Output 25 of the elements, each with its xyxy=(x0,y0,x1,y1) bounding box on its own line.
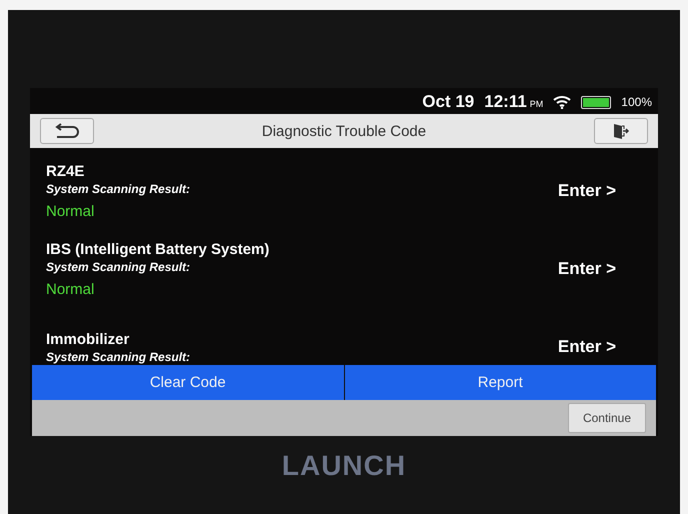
enter-link[interactable]: Enter > xyxy=(552,258,622,280)
system-name: RZ4E xyxy=(46,162,86,180)
back-button[interactable] xyxy=(40,118,94,144)
action-button[interactable]: Clear Code xyxy=(32,365,344,400)
status-time: 12:11 PM xyxy=(484,92,544,112)
scan-result: Normal xyxy=(46,280,96,298)
enter-link[interactable]: Enter > xyxy=(552,180,622,202)
system-name: Immobilizer xyxy=(46,330,130,348)
exit-door-icon xyxy=(612,122,630,140)
action-button[interactable]: Report xyxy=(344,365,656,400)
exit-button[interactable] xyxy=(594,118,648,144)
scan-result: Normal xyxy=(46,202,96,220)
scan-result-label: System Scanning Result: xyxy=(46,182,192,196)
back-icon xyxy=(54,122,80,140)
battery-icon xyxy=(581,96,612,108)
system-name: IBS (Intelligent Battery System) xyxy=(46,240,270,258)
battery-percent: 100% xyxy=(621,95,652,109)
status-date: Oct 19 xyxy=(422,92,474,112)
continue-button[interactable]: Continue xyxy=(568,403,646,433)
wifi-icon xyxy=(553,95,572,109)
scan-result-label: System Scanning Result: xyxy=(46,260,192,274)
enter-link[interactable]: Enter > xyxy=(552,336,622,358)
brand-logo: LAUNCH xyxy=(282,450,406,482)
window-title: Diagnostic Trouble Code xyxy=(260,122,428,140)
scan-result-label: System Scanning Result: xyxy=(46,350,192,364)
